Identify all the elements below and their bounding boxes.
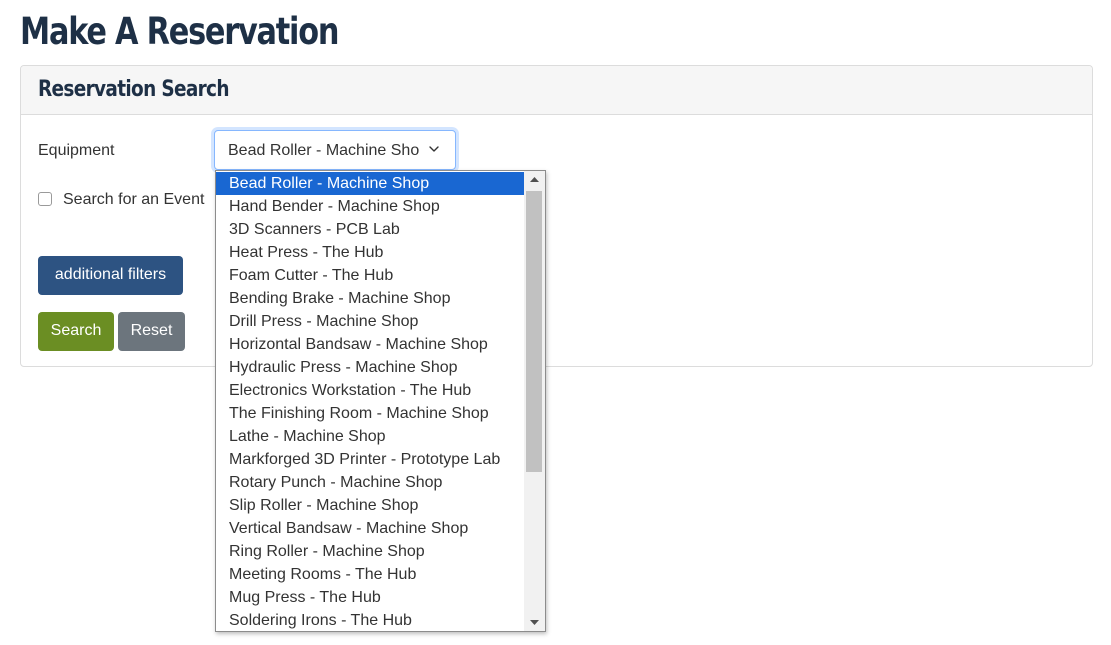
equipment-dropdown-list[interactable]: Bead Roller - Machine Shop Hand Bender - …: [215, 170, 546, 632]
dropdown-option[interactable]: Bead Roller - Machine Shop: [216, 172, 524, 195]
scrollbar-thumb[interactable]: [526, 191, 542, 472]
chevron-down-icon: [429, 146, 439, 152]
dropdown-option[interactable]: 3D Scanners - PCB Lab: [216, 218, 524, 241]
dropdown-option[interactable]: Heat Press - The Hub: [216, 241, 524, 264]
dropdown-option[interactable]: Hand Bender - Machine Shop: [216, 195, 524, 218]
card-header: Reservation Search: [21, 66, 1092, 115]
dropdown-option[interactable]: Drill Press - Machine Shop: [216, 310, 524, 333]
equipment-select[interactable]: Bead Roller - Machine Shop: [214, 130, 456, 170]
search-event-checkbox[interactable]: [38, 192, 52, 206]
page: Make A Reservation Reservation Search Eq…: [0, 0, 1111, 645]
additional-filters-button[interactable]: additional filters: [38, 256, 183, 295]
dropdown-option[interactable]: Slip Roller - Machine Shop: [216, 494, 524, 517]
card-title: Reservation Search: [38, 77, 229, 102]
dropdown-option[interactable]: Vertical Bandsaw - Machine Shop: [216, 517, 524, 540]
search-button[interactable]: Search: [38, 312, 114, 351]
equipment-label: Equipment: [38, 142, 115, 159]
dropdown-option[interactable]: Ring Roller - Machine Shop: [216, 540, 524, 563]
dropdown-option[interactable]: Soldering Irons - The Hub: [216, 609, 524, 631]
triangle-up-icon[interactable]: [524, 171, 545, 188]
triangle-down-icon[interactable]: [524, 614, 545, 631]
dropdown-option[interactable]: Lathe - Machine Shop: [216, 425, 524, 448]
dropdown-option[interactable]: Hydraulic Press - Machine Shop: [216, 356, 524, 379]
option-list: Bead Roller - Machine Shop Hand Bender - …: [216, 172, 524, 631]
dropdown-option[interactable]: Meeting Rooms - The Hub: [216, 563, 524, 586]
dropdown-option[interactable]: Horizontal Bandsaw - Machine Shop: [216, 333, 524, 356]
dropdown-option[interactable]: Markforged 3D Printer - Prototype Lab: [216, 448, 524, 471]
dropdown-option[interactable]: The Finishing Room - Machine Shop: [216, 402, 524, 425]
page-title: Make A Reservation: [20, 10, 339, 53]
dropdown-option[interactable]: Rotary Punch - Machine Shop: [216, 471, 524, 494]
equipment-select-value: Bead Roller - Machine Shop: [228, 142, 420, 159]
dropdown-option[interactable]: Foam Cutter - The Hub: [216, 264, 524, 287]
dropdown-scrollbar[interactable]: [524, 171, 545, 631]
dropdown-option[interactable]: Mug Press - The Hub: [216, 586, 524, 609]
dropdown-option[interactable]: Electronics Workstation - The Hub: [216, 379, 524, 402]
search-event-label[interactable]: Search for an Event: [63, 191, 204, 209]
reset-button[interactable]: Reset: [118, 312, 185, 351]
dropdown-option[interactable]: Bending Brake - Machine Shop: [216, 287, 524, 310]
